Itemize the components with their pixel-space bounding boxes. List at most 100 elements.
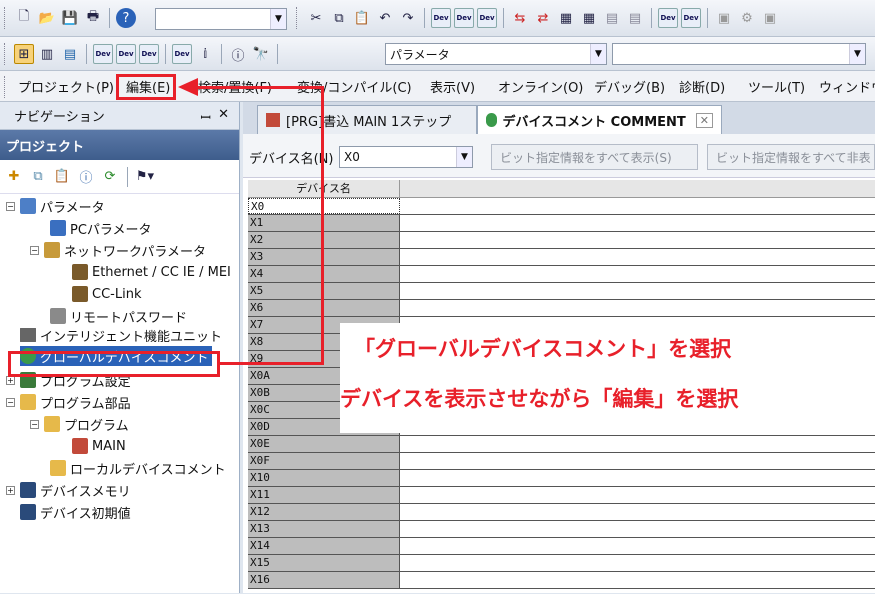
device-cell[interactable]: X14 bbox=[248, 538, 400, 554]
device-cell[interactable]: X2 bbox=[248, 232, 400, 248]
tab-device-comment[interactable]: デバイスコメント COMMENT ✕ bbox=[477, 105, 722, 134]
compile-icon[interactable]: ▦ bbox=[556, 8, 576, 28]
debug-icon[interactable]: ⚙ bbox=[737, 8, 757, 28]
table-row[interactable]: X2 bbox=[248, 232, 875, 249]
new-item-icon[interactable]: ✚ bbox=[4, 167, 24, 187]
toolbar-combo[interactable]: ▼ bbox=[155, 8, 287, 30]
tree-device-memory[interactable]: デバイスメモリ bbox=[20, 480, 131, 500]
chevron-down-icon[interactable]: ▼ bbox=[590, 44, 606, 64]
tree-program[interactable]: プログラム bbox=[44, 414, 129, 434]
table-row[interactable]: X0E bbox=[248, 436, 875, 453]
device-replace-icon[interactable]: Dev bbox=[454, 8, 474, 28]
table-row[interactable]: X13 bbox=[248, 521, 875, 538]
new-file-icon[interactable]: 🗋 bbox=[14, 8, 34, 28]
table-row[interactable]: X5 bbox=[248, 283, 875, 300]
device-cell[interactable]: X1 bbox=[248, 215, 400, 231]
compile-all-icon[interactable]: ▦ bbox=[579, 8, 599, 28]
tree-view-icon[interactable]: ⊞ bbox=[14, 44, 34, 64]
transfer-icon[interactable]: ⇆ bbox=[510, 8, 530, 28]
chevron-down-icon[interactable]: ▼ bbox=[270, 9, 286, 29]
device-cell[interactable]: X11 bbox=[248, 487, 400, 503]
table-row[interactable]: X0F bbox=[248, 453, 875, 470]
tree-network-parameter[interactable]: ネットワークパラメータ bbox=[44, 240, 206, 260]
collapse-toggle[interactable]: − bbox=[6, 202, 15, 211]
table-row[interactable]: X12 bbox=[248, 504, 875, 521]
menu-project[interactable]: プロジェクト(P) bbox=[18, 77, 114, 96]
copy-item-icon[interactable]: ⧉ bbox=[28, 167, 48, 187]
table-row[interactable]: X14 bbox=[248, 538, 875, 555]
close-icon[interactable]: ✕ bbox=[218, 107, 229, 122]
table-row[interactable]: X0 bbox=[248, 198, 875, 215]
expand-toggle[interactable]: + bbox=[6, 486, 15, 495]
device-search-icon[interactable]: Dev bbox=[431, 8, 451, 28]
tree-program-parts[interactable]: プログラム部品 bbox=[20, 392, 131, 412]
device-cell[interactable]: X6 bbox=[248, 300, 400, 316]
redo-icon[interactable]: ↷ bbox=[398, 8, 418, 28]
tree-parameter[interactable]: パラメータ bbox=[20, 196, 105, 216]
table-row[interactable]: X11 bbox=[248, 487, 875, 504]
device-name-combo[interactable]: X0 ▼ bbox=[339, 146, 473, 168]
menu-view[interactable]: 表示(V) bbox=[430, 77, 475, 96]
help-circle-icon[interactable]: ⓘ bbox=[228, 44, 248, 64]
device-cell[interactable]: X0 bbox=[248, 198, 400, 214]
device-cell[interactable]: X10 bbox=[248, 470, 400, 486]
device-cell[interactable]: X4 bbox=[248, 266, 400, 282]
module-icon[interactable]: ▥ bbox=[37, 44, 57, 64]
table-row[interactable]: X3 bbox=[248, 249, 875, 266]
tool-icon[interactable]: ▣ bbox=[760, 8, 780, 28]
device-cell[interactable]: X0F bbox=[248, 453, 400, 469]
device-batch-icon[interactable]: Dev bbox=[477, 8, 497, 28]
expand-toggle[interactable]: + bbox=[6, 376, 15, 385]
list-view-icon[interactable]: ▤ bbox=[60, 44, 80, 64]
device-monitor-icon[interactable]: Dev bbox=[658, 8, 678, 28]
device-cell[interactable]: X0E bbox=[248, 436, 400, 452]
print-icon[interactable]: 🖶 bbox=[83, 8, 103, 28]
chevron-down-icon[interactable]: ▼ bbox=[849, 44, 865, 64]
tree-intelligent-module[interactable]: インテリジェント機能ユニット bbox=[20, 328, 222, 342]
binoculars-icon[interactable]: 🔭 bbox=[251, 44, 271, 64]
display-option-icon[interactable]: ⚑▾ bbox=[135, 167, 155, 187]
collapse-toggle[interactable]: − bbox=[30, 246, 39, 255]
menu-window[interactable]: ウィンドウ( bbox=[819, 77, 875, 96]
paste-item-icon[interactable]: 📋 bbox=[52, 167, 72, 187]
undo-icon[interactable]: ↶ bbox=[375, 8, 395, 28]
dev-usage-icon[interactable]: Dev bbox=[139, 44, 159, 64]
table-row[interactable]: X16 bbox=[248, 572, 875, 589]
menu-online[interactable]: オンライン(O) bbox=[498, 77, 583, 96]
property-icon[interactable]: ⓘ bbox=[76, 167, 96, 187]
table-row[interactable]: X15 bbox=[248, 555, 875, 572]
paste-icon[interactable]: 📋 bbox=[352, 8, 372, 28]
table-row[interactable]: X10 bbox=[248, 470, 875, 487]
pin-icon[interactable]: ꟷ bbox=[200, 108, 211, 126]
tree-local-device-comment[interactable]: ローカルデバイスコメント bbox=[50, 458, 226, 478]
menu-diagnostics[interactable]: 診断(D) bbox=[679, 77, 725, 96]
tree-pc-parameter[interactable]: PCパラメータ bbox=[50, 218, 152, 238]
tree-remote-password[interactable]: リモートパスワード bbox=[50, 306, 187, 326]
device-cell[interactable]: X15 bbox=[248, 555, 400, 571]
help-icon[interactable]: ? bbox=[116, 8, 136, 28]
close-icon[interactable]: ✕ bbox=[695, 112, 713, 128]
cut-icon[interactable]: ✂ bbox=[306, 8, 326, 28]
dev-register-icon[interactable]: Dev bbox=[93, 44, 113, 64]
secondary-combo[interactable]: ▼ bbox=[612, 43, 866, 65]
project-item-combo[interactable]: パラメータ ▼ bbox=[385, 43, 607, 65]
device-cell[interactable]: X12 bbox=[248, 504, 400, 520]
dev-dropdown-icon[interactable]: Dev bbox=[172, 44, 192, 64]
monitor-stop-icon[interactable]: ▤ bbox=[625, 8, 645, 28]
chevron-down-icon[interactable]: ▼ bbox=[456, 147, 472, 167]
tree-ethernet[interactable]: Ethernet / CC IE / MEI bbox=[72, 262, 231, 282]
collapse-toggle[interactable]: − bbox=[30, 420, 39, 429]
collapse-toggle[interactable]: − bbox=[6, 398, 15, 407]
menu-debug[interactable]: デバッグ(B) bbox=[594, 77, 665, 96]
table-row[interactable]: X1 bbox=[248, 215, 875, 232]
device-cell[interactable]: X3 bbox=[248, 249, 400, 265]
tree-device-initial[interactable]: デバイス初期値 bbox=[20, 502, 131, 522]
monitor-icon[interactable]: ▤ bbox=[602, 8, 622, 28]
device-test-icon[interactable]: Dev bbox=[681, 8, 701, 28]
transfer-back-icon[interactable]: ⇄ bbox=[533, 8, 553, 28]
table-row[interactable]: X6 bbox=[248, 300, 875, 317]
find-replace-icon[interactable]: 𝕚 bbox=[195, 44, 215, 64]
copy-icon[interactable]: ⧉ bbox=[329, 8, 349, 28]
tree-main[interactable]: MAIN bbox=[72, 436, 126, 456]
device-cell[interactable]: X13 bbox=[248, 521, 400, 537]
